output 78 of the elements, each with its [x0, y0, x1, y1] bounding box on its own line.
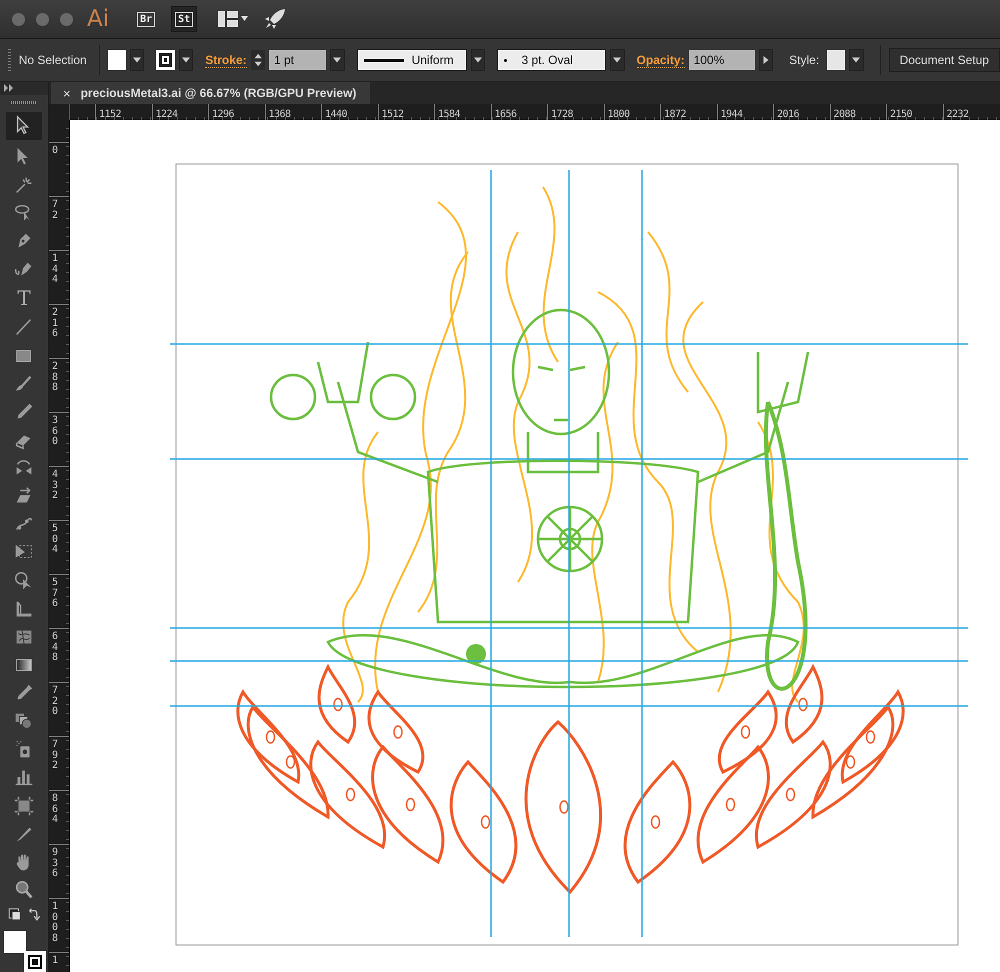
- ruler-label: 1008: [52, 902, 60, 944]
- grip-icon[interactable]: [8, 49, 11, 71]
- window-close-icon[interactable]: [12, 12, 25, 26]
- launcher-button[interactable]: Br: [133, 6, 160, 32]
- caret-icon: [852, 56, 860, 64]
- slider-button[interactable]: [758, 49, 774, 71]
- ruler-label: 504: [52, 524, 60, 556]
- type-tool-icon[interactable]: T: [17, 286, 31, 310]
- ruler-label: 648: [52, 632, 60, 664]
- dropdown-button[interactable]: [610, 49, 625, 71]
- ruler-label: 2088: [832, 109, 856, 120]
- stepper-icon[interactable]: [250, 50, 265, 70]
- document-setup-button[interactable]: Document Setup: [888, 48, 1000, 72]
- ruler-label: 1368: [268, 109, 291, 120]
- window-zoom-icon[interactable]: [60, 12, 73, 26]
- caret-icon: [474, 56, 482, 64]
- dropdown-button[interactable]: [330, 49, 345, 71]
- selection-status: No Selection: [18, 53, 87, 67]
- style-label: Style:: [789, 53, 820, 67]
- collapse-panel-icon[interactable]: [4, 84, 14, 92]
- ruler-label: 360: [52, 416, 60, 448]
- ruler-label: 1728: [550, 109, 574, 120]
- ruler-label: 792: [52, 740, 60, 772]
- dropdown-button[interactable]: [130, 49, 144, 71]
- workspace-layout-icon[interactable]: [217, 10, 250, 28]
- ruler-label: 1872: [663, 109, 686, 120]
- ruler-label: 1152: [98, 109, 122, 120]
- window-minimize-icon[interactable]: [36, 12, 49, 26]
- ruler-label: 1512: [380, 109, 404, 120]
- caret-icon: [182, 56, 190, 64]
- stroke-profile-dropdown[interactable]: Uniform: [356, 49, 467, 71]
- stroke-weight-field[interactable]: 1 pt: [268, 50, 326, 70]
- ruler-label: 288: [52, 362, 60, 394]
- app-logo: Ai: [87, 6, 110, 32]
- rocket-icon[interactable]: [263, 8, 288, 30]
- grip-icon[interactable]: [11, 100, 37, 104]
- ruler-label: 936: [52, 848, 60, 880]
- ruler-label: 1440: [324, 109, 348, 120]
- ruler-label: 864: [52, 794, 60, 826]
- ruler-label: 1800: [606, 109, 630, 120]
- ruler-label: 216: [52, 308, 60, 340]
- ruler-label: 432: [52, 470, 60, 502]
- stroke-swatch[interactable]: [156, 50, 175, 70]
- ruler-label: 1224: [154, 109, 178, 120]
- ruler-label: 144: [52, 254, 60, 286]
- document-title: preciousMetal3.ai @ 66.67% (RGB/GPU Preview): [80, 86, 356, 100]
- ruler-label: 0: [52, 146, 60, 156]
- fill-swatch[interactable]: [108, 50, 126, 70]
- ruler-label: 1944: [720, 109, 743, 120]
- close-tab-button[interactable]: ×: [63, 86, 71, 100]
- launcher-button[interactable]: St: [171, 6, 198, 32]
- ruler-label: 1296: [211, 109, 234, 120]
- artboard-icon[interactable]: [12, 794, 36, 817]
- fill-color-swatch[interactable]: [4, 931, 26, 954]
- style-swatch[interactable]: [827, 50, 846, 70]
- stroke-color-swatch[interactable]: [24, 951, 46, 972]
- dropdown-button[interactable]: [470, 49, 486, 71]
- caret-icon: [762, 56, 770, 64]
- ruler-label: 576: [52, 578, 60, 610]
- dropdown-button[interactable]: [849, 49, 864, 71]
- document-tab[interactable]: × preciousMetal3.ai @ 66.67% (RGB/GPU Preview): [51, 82, 370, 104]
- opacity-label-link[interactable]: Opacity:: [636, 52, 685, 68]
- ruler-label: 1584: [437, 109, 460, 120]
- caret-icon: [132, 56, 141, 64]
- ruler-label: 2232: [946, 109, 969, 120]
- ruler-label: 72: [52, 200, 60, 221]
- ruler-label: 2016: [776, 109, 800, 120]
- caret-icon: [613, 56, 622, 64]
- brush-dropdown[interactable]: 3 pt. Oval: [497, 49, 606, 71]
- stroke-label-link[interactable]: Stroke:: [205, 52, 247, 68]
- ruler-label: 1656: [494, 109, 517, 120]
- ruler-label: 2150: [889, 109, 912, 120]
- opacity-field[interactable]: 100%: [688, 50, 755, 70]
- caret-icon: [333, 56, 342, 64]
- ruler-label: 1: [52, 956, 60, 966]
- selection-icon[interactable]: [6, 112, 42, 140]
- dropdown-button[interactable]: [178, 49, 194, 71]
- ruler-label: 720: [52, 686, 60, 718]
